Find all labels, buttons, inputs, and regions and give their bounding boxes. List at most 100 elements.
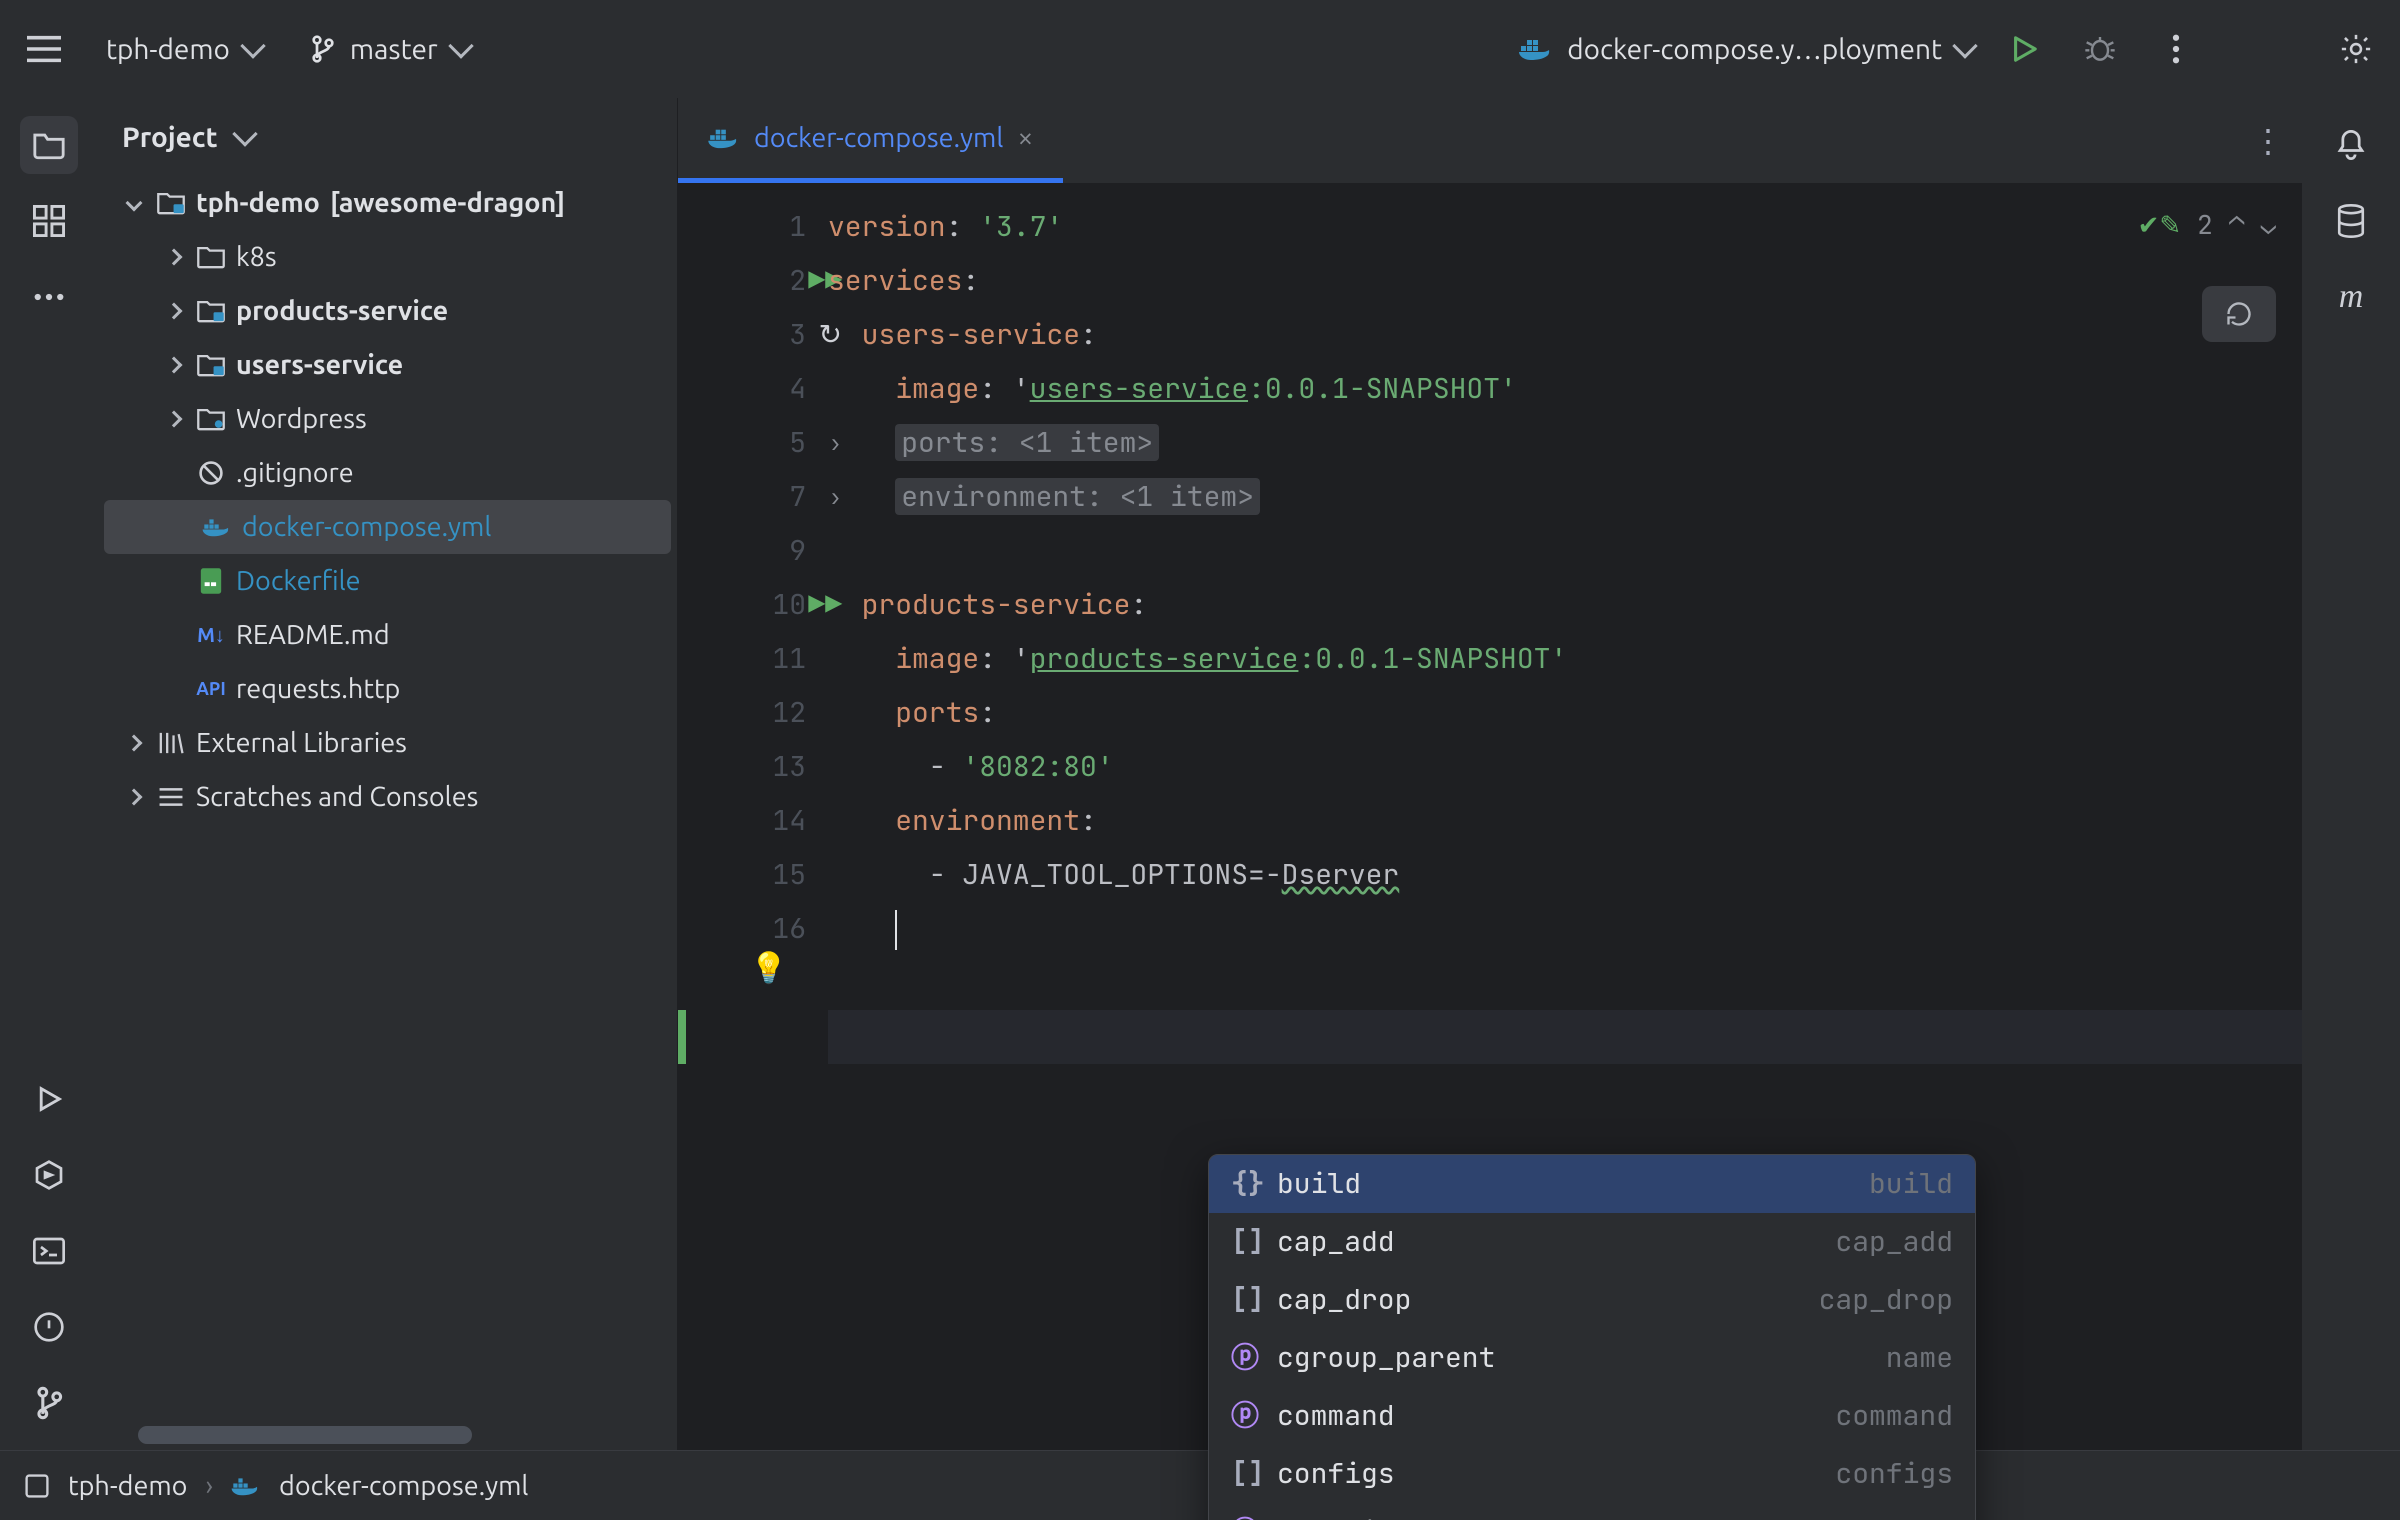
tree-item[interactable]: Wordpress — [98, 392, 677, 446]
intention-bulb-icon[interactable]: 💡 — [750, 940, 780, 970]
docker-icon — [202, 512, 232, 542]
gutter-line[interactable]: 12 — [678, 686, 806, 740]
scrollbar-thumb[interactable] — [138, 1426, 472, 1444]
debug-button[interactable] — [2074, 23, 2126, 75]
module-icon — [196, 296, 226, 326]
text-cursor — [895, 910, 897, 950]
project-view-button[interactable] — [20, 116, 78, 174]
panel-title: Project — [122, 122, 218, 153]
code-editor[interactable]: ✔✎ 2 ⌄ ⌄ 💡 version: '3.7' services: user… — [828, 184, 2302, 1450]
tree-label: Dockerfile — [236, 566, 361, 596]
breadcrumb-separator: › — [205, 1471, 213, 1501]
settings-icon[interactable] — [2330, 23, 2382, 75]
gutter-line[interactable]: 5› — [678, 416, 806, 470]
inspection-ok-icon[interactable]: ✔✎ — [2138, 198, 2182, 252]
branch-selector[interactable]: master — [298, 26, 482, 73]
reload-services-icon[interactable] — [2202, 286, 2276, 342]
tree-item[interactable]: users-service — [98, 338, 677, 392]
tree-item[interactable]: M↓README.md — [98, 608, 677, 662]
problems-toolwindow-button[interactable] — [20, 1298, 78, 1356]
tree-label: docker-compose.yml — [242, 512, 491, 542]
services-toolwindow-button[interactable] — [20, 1146, 78, 1204]
breadcrumb-project[interactable]: tph-demo — [68, 1471, 187, 1501]
gutter-line[interactable]: 15 — [678, 848, 806, 902]
run-button[interactable] — [1998, 23, 2050, 75]
tree-item[interactable]: tph-demo [awesome-dragon] — [98, 176, 677, 230]
branch-name: master — [350, 34, 438, 65]
tree-label: requests.http — [236, 674, 400, 704]
prev-highlight-icon[interactable]: ⌄ — [2229, 198, 2245, 252]
run-config-selector[interactable]: docker-compose.y…ployment — [1519, 34, 1974, 65]
tree-item[interactable]: API requests.http — [98, 662, 677, 716]
gutter-line[interactable]: 1 — [678, 200, 806, 254]
editor-tab[interactable]: docker-compose.yml × — [678, 97, 1063, 183]
tab-options-icon[interactable]: ⋮ — [2252, 122, 2286, 160]
gutter-line[interactable]: 4 — [678, 362, 806, 416]
run-config-label: docker-compose.y…ployment — [1567, 34, 1942, 65]
terminal-toolwindow-button[interactable] — [20, 1222, 78, 1280]
completion-item[interactable]: ⓟcgroup_parentname — [1209, 1329, 1975, 1387]
folder-gear-icon — [196, 404, 226, 434]
database-toolwindow-button[interactable] — [2322, 192, 2380, 250]
inspection-count: 2 — [2197, 198, 2213, 252]
status-bar: tph-demo › docker-compose.yml — [0, 1450, 2400, 1520]
completion-item[interactable]: {}buildbuild — [1209, 1155, 1975, 1213]
main-menu-icon[interactable] — [18, 23, 70, 75]
gutter-line[interactable]: 7› — [678, 470, 806, 524]
tree-item[interactable]: External Libraries — [98, 716, 677, 770]
tree-item[interactable]: k8s — [98, 230, 677, 284]
tree-item[interactable]: products-service — [98, 284, 677, 338]
module-icon — [196, 350, 226, 380]
notifications-icon[interactable] — [2322, 116, 2380, 174]
http-icon: API — [196, 674, 226, 704]
tree-item[interactable]: docker-compose.yml — [104, 500, 671, 554]
tree-item[interactable]: .gitignore — [98, 446, 677, 500]
docker-icon — [1519, 36, 1553, 62]
structure-view-button[interactable] — [20, 192, 78, 250]
gutter-line[interactable]: 11 — [678, 632, 806, 686]
lib-icon — [156, 728, 186, 758]
project-selector[interactable]: tph-demo — [94, 26, 274, 73]
code-completion-popup[interactable]: {}buildbuild[]cap_addcap_add[]cap_dropca… — [1208, 1154, 1976, 1520]
editor-gutter[interactable]: 12▶▶3↻45›7›910▶▶111213141516 — [678, 184, 828, 1450]
tree-label: Wordpress — [236, 404, 367, 434]
tree-label: External Libraries — [196, 728, 407, 758]
more-actions-button[interactable] — [2150, 23, 2202, 75]
completion-item[interactable]: ⓟcontainer_namename — [1209, 1503, 1975, 1520]
gutter-line[interactable]: 2▶▶ — [678, 254, 806, 308]
gutter-line[interactable]: 14 — [678, 794, 806, 848]
run-toolwindow-button[interactable] — [20, 1070, 78, 1128]
completion-item[interactable]: []configsconfigs — [1209, 1445, 1975, 1503]
module-icon — [24, 1473, 50, 1499]
gutter-line[interactable]: 3↻ — [678, 308, 806, 362]
next-highlight-icon[interactable]: ⌄ — [2260, 198, 2276, 252]
breadcrumb-file[interactable]: docker-compose.yml — [279, 1471, 528, 1501]
gutter-line[interactable]: 9 — [678, 524, 806, 578]
ignore-icon — [196, 458, 226, 488]
current-line-highlight — [828, 1010, 2302, 1064]
tab-label: docker-compose.yml — [754, 123, 1003, 153]
chevron-down-icon[interactable] — [232, 121, 257, 146]
markdown-icon: M↓ — [196, 620, 226, 650]
docker-icon — [231, 1475, 261, 1497]
chevron-down-icon — [1952, 33, 1977, 58]
module-icon — [156, 188, 186, 218]
more-tools-button[interactable] — [20, 268, 78, 326]
gutter-line[interactable]: 10▶▶ — [678, 578, 806, 632]
tree-label: tph-demo — [196, 188, 320, 218]
maven-toolwindow-button[interactable]: m — [2322, 268, 2380, 326]
completion-item[interactable]: []cap_addcap_add — [1209, 1213, 1975, 1271]
vcs-toolwindow-button[interactable] — [20, 1374, 78, 1432]
docker-icon — [708, 126, 740, 150]
project-tree[interactable]: tph-demo [awesome-dragon]k8s products-ser… — [98, 176, 677, 1450]
completion-item[interactable]: []cap_dropcap_drop — [1209, 1271, 1975, 1329]
close-tab-icon[interactable]: × — [1017, 122, 1033, 153]
tree-item[interactable]: Dockerfile — [98, 554, 677, 608]
completion-item[interactable]: ⓟcommandcommand — [1209, 1387, 1975, 1445]
gutter-line[interactable]: 13 — [678, 740, 806, 794]
dockerfile-icon — [196, 566, 226, 596]
tree-label: products-service — [236, 296, 448, 326]
chevron-down-icon — [240, 33, 265, 58]
tree-item[interactable]: Scratches and Consoles — [98, 770, 677, 824]
tree-label: .gitignore — [236, 458, 354, 488]
